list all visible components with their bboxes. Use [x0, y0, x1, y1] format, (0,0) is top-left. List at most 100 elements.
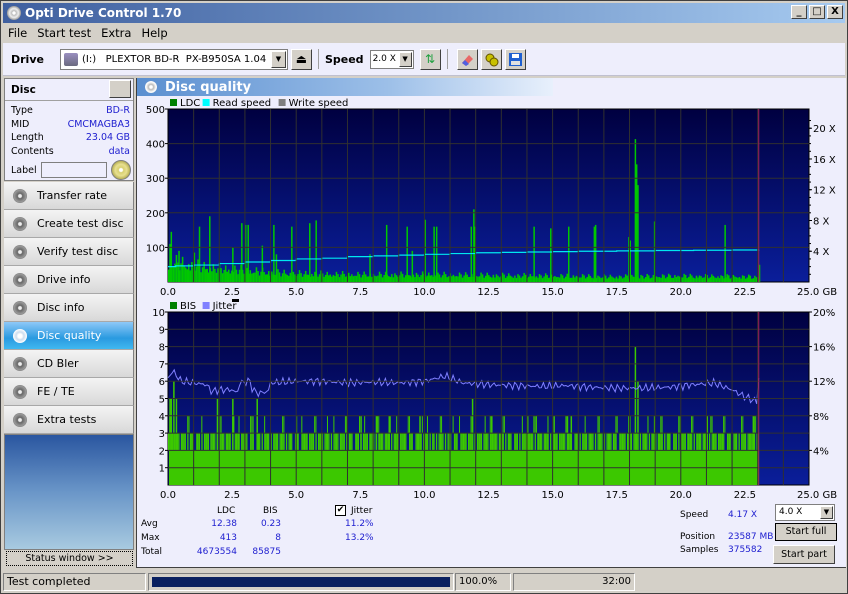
ldc-spike: [273, 224, 275, 282]
test-speed-select[interactable]: 4.0 X ▼: [775, 504, 835, 521]
bis-bar: [503, 415, 505, 434]
bis-bar: [496, 433, 498, 451]
bis-bar: [432, 433, 434, 451]
chevron-down-icon[interactable]: ▼: [820, 506, 833, 519]
ldc-bar: [211, 271, 213, 282]
bis-bar: [698, 433, 701, 451]
sidebar-item-disc-info[interactable]: Disc info: [4, 294, 134, 322]
sidebar-item-drive-info[interactable]: Drive info: [4, 266, 134, 294]
bis-bar: [250, 433, 252, 451]
start-full-button[interactable]: Start full: [775, 523, 837, 541]
stats-max-ldc: 413: [219, 533, 237, 543]
eject-button[interactable]: ⏏: [290, 48, 312, 70]
bis-bar: [692, 415, 694, 434]
menu-start-test[interactable]: Start test: [32, 26, 96, 40]
application-window: Opti Drive Control 1.70 _ □ X File Start…: [0, 0, 848, 594]
bis-bar: [400, 433, 402, 451]
ldc-bar: [521, 276, 524, 282]
menu-extra[interactable]: Extra: [96, 26, 136, 40]
ldc-bar: [409, 275, 412, 282]
erase-button[interactable]: [456, 48, 478, 70]
ldc-bar: [195, 266, 198, 282]
ldc-bar: [477, 276, 479, 282]
sidebar-item-extra-tests[interactable]: Extra tests: [4, 406, 134, 434]
ldc-bar: [487, 275, 490, 282]
ldc-bar: [341, 270, 344, 282]
bis-bar: [282, 433, 284, 451]
start-part-button[interactable]: Start part: [773, 545, 835, 564]
sidebar-item-disc-quality[interactable]: Disc quality: [4, 322, 134, 350]
refresh-button[interactable]: ⇅: [419, 48, 441, 70]
menu-file[interactable]: File: [3, 26, 32, 40]
bis-bar: [214, 433, 216, 451]
speed-select[interactable]: 2.0 X ▼: [369, 49, 414, 69]
disc-panel-toggle-button[interactable]: [109, 80, 131, 98]
maximize-button[interactable]: □: [809, 5, 825, 19]
bis-bar: [183, 433, 185, 451]
ldc-bar: [501, 272, 504, 282]
disc-icon-button[interactable]: [110, 160, 131, 180]
ldc-bar: [546, 275, 548, 282]
chevron-down-icon[interactable]: ▼: [398, 51, 412, 67]
chevron-down-icon[interactable]: ▼: [270, 50, 286, 68]
ldc-bar: [227, 269, 230, 282]
ldc-bar: [743, 275, 745, 282]
ldc-bar: [381, 277, 384, 282]
ldc-bar: [204, 269, 207, 282]
sidebar-item-transfer-rate[interactable]: Transfer rate: [4, 182, 134, 210]
drive-select[interactable]: (I:) PLEXTOR BD-R PX-B950SA 1.04 ▼: [59, 48, 288, 70]
sidebar-gradient-area: [4, 434, 134, 550]
settings-button[interactable]: [480, 48, 502, 70]
bis-bar: [362, 433, 365, 451]
bis-bar: [619, 433, 621, 451]
bis-bar: [484, 415, 486, 434]
ldc-bar: [175, 254, 178, 282]
stats-row-label: Avg: [141, 519, 158, 529]
x-tick-label: 25.0 GB: [797, 287, 837, 298]
ldc-bar: [558, 277, 561, 282]
disc-label-input[interactable]: [40, 162, 107, 178]
ldc-bar: [454, 276, 456, 282]
ldc-spike: [275, 254, 278, 282]
bis-bar: [223, 433, 225, 451]
bis-bar: [335, 433, 338, 451]
ldc-bar: [591, 277, 593, 282]
sidebar-item-create-test-disc[interactable]: Create test disc: [4, 210, 134, 238]
bis-bar: [530, 433, 533, 451]
bis-bar: [734, 433, 736, 451]
ldc-bar: [414, 277, 416, 282]
bis-bar: [648, 433, 651, 451]
status-window-button[interactable]: Status window >>: [6, 551, 133, 566]
bis-bar: [343, 433, 345, 451]
x-tick-label: 5.0: [288, 287, 304, 298]
bis-bar: [469, 433, 471, 451]
bis-bar: [711, 415, 713, 434]
jitter-checkbox[interactable]: ✔: [335, 505, 346, 516]
minimize-button[interactable]: _: [791, 5, 807, 19]
ldc-bar: [181, 256, 184, 282]
bis-bar: [330, 433, 333, 451]
sidebar-item-cd-bler[interactable]: CD Bler: [4, 350, 134, 378]
ldc-bar: [649, 278, 652, 282]
close-button[interactable]: X: [827, 5, 843, 19]
bis-bar: [306, 433, 308, 451]
bis-bar: [529, 433, 531, 451]
ldc-bar: [478, 276, 481, 282]
bis-bar: [452, 415, 454, 434]
bis-bar: [538, 433, 540, 451]
ldc-bar: [415, 272, 418, 282]
menu-help[interactable]: Help: [136, 26, 172, 40]
sidebar-item-verify-test-disc[interactable]: Verify test disc: [4, 238, 134, 266]
bis-bar: [441, 415, 443, 434]
ldc-bar: [737, 277, 739, 282]
bis-bar: [616, 415, 618, 434]
ldc-bar: [351, 274, 353, 282]
bis-bar: [312, 433, 315, 451]
bis-bar: [351, 433, 353, 451]
ldc-bar: [575, 275, 578, 282]
save-button[interactable]: [504, 48, 526, 70]
sidebar-item-fe-te[interactable]: FE / TE: [4, 378, 134, 406]
ldc-bar: [300, 273, 302, 282]
bis-bar: [523, 433, 525, 451]
bis-bar: [426, 433, 429, 451]
